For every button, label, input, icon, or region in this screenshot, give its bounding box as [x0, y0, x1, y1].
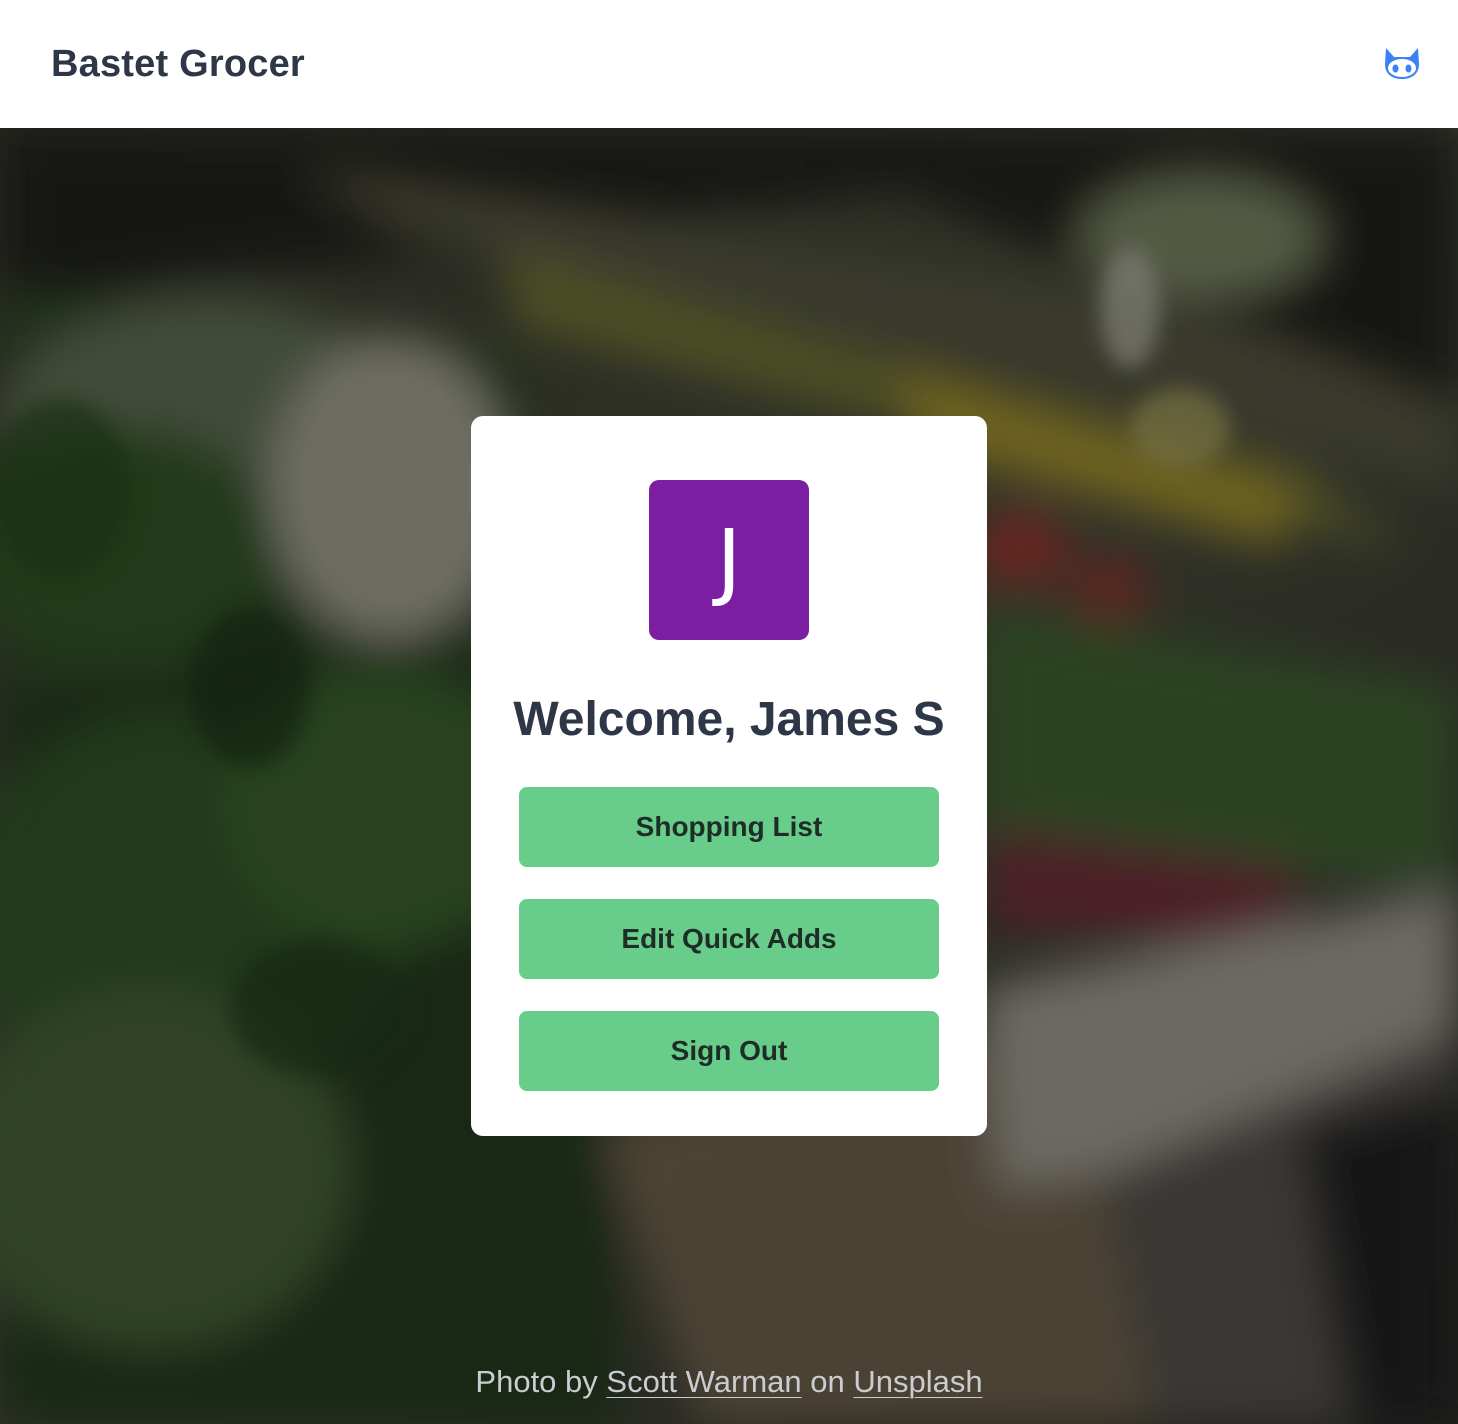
github-octocat-icon [1385, 48, 1419, 79]
credit-middle: on [801, 1364, 854, 1399]
unsplash-link[interactable]: Unsplash [853, 1364, 982, 1399]
edit-quick-adds-button[interactable]: Edit Quick Adds [519, 899, 939, 979]
welcome-card: J Welcome, James S Shopping List Edit Qu… [471, 416, 987, 1136]
author-link[interactable]: Scott Warman [606, 1364, 801, 1399]
credit-prefix: Photo by [475, 1364, 607, 1399]
photo-credit: Photo by Scott Warman on Unsplash [0, 1364, 1458, 1400]
avatar-initial: J [716, 511, 742, 609]
github-icon[interactable] [1382, 44, 1422, 84]
navbar: Bastet Grocer [0, 0, 1458, 128]
shopping-list-button[interactable]: Shopping List [519, 787, 939, 867]
avatar: J [649, 480, 809, 640]
brand-title[interactable]: Bastet Grocer [51, 43, 305, 86]
sign-out-button[interactable]: Sign Out [519, 1011, 939, 1091]
welcome-heading: Welcome, James S [513, 693, 945, 746]
